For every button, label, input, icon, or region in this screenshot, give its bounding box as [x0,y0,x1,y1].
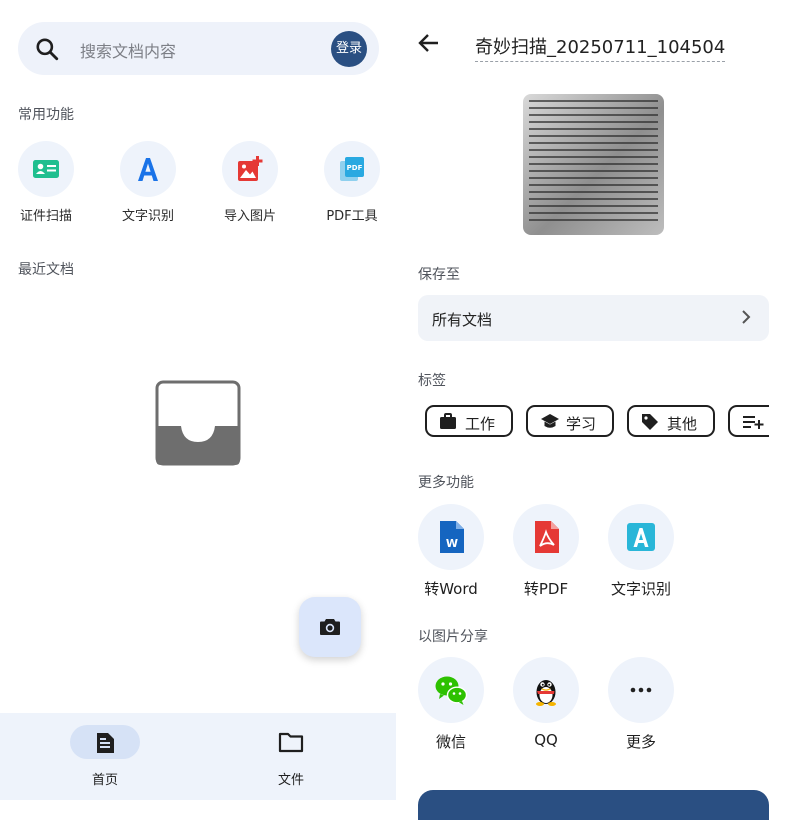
letter-a-icon [138,158,158,181]
back-arrow-icon[interactable] [417,33,439,53]
quick-item-label: 文字识别 [121,209,174,224]
document-title[interactable]: 奇妙扫描_20250711_104504 [475,33,726,62]
share-as-image-label: 以图片分享 [418,629,488,645]
scan-thumbnail[interactable] [523,94,664,235]
search-icon [36,38,59,61]
nav-files-label[interactable]: 文件 [261,769,321,788]
convert-pdf-button[interactable]: 转PDF [513,504,579,598]
save-to-label: 保存至 [418,267,460,283]
more-dots-icon [630,687,652,693]
save-to-selector[interactable]: 所有文档 [418,295,769,341]
chevron-right-icon [742,310,751,324]
more-item-label: 转PDF [523,580,569,598]
id-card-icon [33,160,59,178]
convert-word-button[interactable]: W 转Word [418,504,484,598]
more-features-label: 更多功能 [418,475,474,491]
tags-label: 标签 [418,373,446,389]
login-button[interactable]: 登录 [331,31,367,67]
quick-item-id-scan[interactable]: 证件扫描 [18,141,74,224]
ocr-icon [627,523,655,551]
tag-label: 工作 [465,415,496,433]
quick-item-label: 导入图片 [223,209,276,224]
nav-home-label[interactable]: 首页 [75,769,135,788]
svg-text:W: W [446,537,458,550]
tag-icon [642,414,658,430]
tag-study[interactable]: 学习 [526,405,614,437]
briefcase-icon [440,413,456,429]
wechat-icon [435,676,468,705]
share-item-label: 微信 [435,733,466,751]
word-icon: W [440,521,464,553]
recent-section-title: 最近文档 [18,262,74,278]
more-item-label: 转Word [424,580,478,598]
bottom-nav: 首页 文件 [0,713,396,800]
camera-icon [320,619,340,635]
ocr-button[interactable]: 文字识别 [608,504,674,598]
pdf-tool-icon: PDF [340,157,364,181]
tag-label: 学习 [566,415,597,433]
tag-other[interactable]: 其他 [627,405,715,437]
scan-text-lines [529,100,658,226]
quick-item-ocr[interactable]: 文字识别 [120,141,176,224]
primary-action-button[interactable] [418,790,769,820]
share-item-label: 更多 [625,733,656,751]
add-tag-button[interactable] [728,405,769,437]
share-qq-button[interactable]: QQ [513,657,579,749]
svg-text:PDF: PDF [347,164,363,172]
qq-icon [536,680,556,706]
tag-label: 其他 [667,415,698,433]
camera-fab-button[interactable] [299,597,361,657]
add-image-icon [238,156,263,181]
quick-item-label: 证件扫描 [19,209,72,224]
add-list-icon [743,416,764,429]
quick-item-import-image[interactable]: 导入图片 [222,141,278,224]
save-to-value: 所有文档 [432,311,493,329]
search-input[interactable]: 搜索文档内容 [80,38,176,62]
share-wechat-button[interactable]: 微信 [418,657,484,751]
folder-icon[interactable] [278,731,304,753]
nav-home-button[interactable] [70,725,140,759]
document-icon [97,733,114,753]
tag-work[interactable]: 工作 [425,405,513,437]
pdf-icon [535,521,559,553]
graduation-cap-icon [541,414,559,428]
empty-inbox-icon [155,380,241,466]
quick-item-pdf-tools[interactable]: PDF PDF工具 [324,141,380,224]
quick-section-title: 常用功能 [18,107,74,123]
share-item-label: QQ [534,731,558,749]
quick-item-label: PDF工具 [326,209,378,224]
more-item-label: 文字识别 [610,580,671,598]
search-bar[interactable]: 搜索文档内容 登录 [18,22,379,75]
share-more-button[interactable]: 更多 [608,657,674,751]
